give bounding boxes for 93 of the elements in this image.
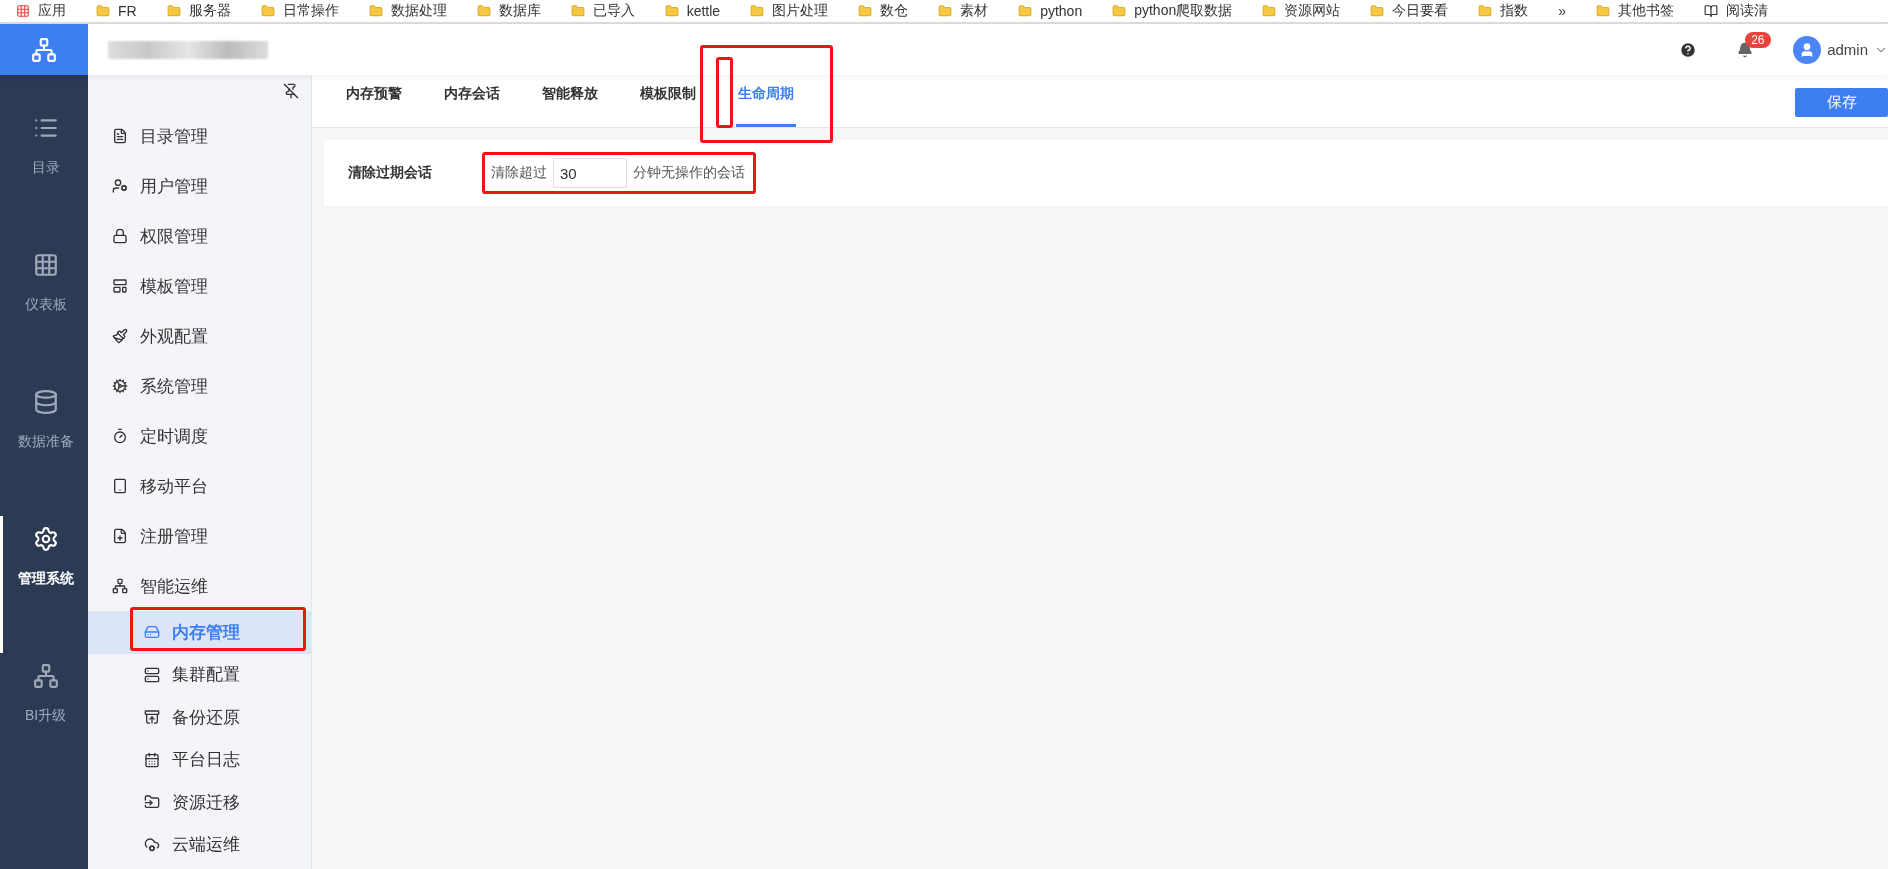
item-icon	[112, 378, 128, 394]
folder-icon	[858, 4, 873, 18]
bookmark[interactable]: 数仓	[880, 2, 909, 20]
tab[interactable]: 生命周期	[736, 81, 796, 127]
logo[interactable]	[0, 24, 88, 75]
bookmark[interactable]: python	[1040, 3, 1083, 19]
avatar[interactable]	[1793, 35, 1822, 64]
folder-icon	[664, 4, 679, 18]
bookmark[interactable]: kettle	[686, 3, 721, 19]
item-icon	[112, 228, 128, 244]
folder-icon	[938, 4, 953, 18]
folder-icon	[476, 4, 491, 18]
item-icon	[144, 751, 160, 768]
item-icon	[112, 128, 128, 144]
folder-icon	[570, 4, 585, 18]
bookmark[interactable]: 素材	[960, 2, 989, 20]
nav-item[interactable]: 仪表板	[0, 242, 88, 379]
item-icon	[144, 794, 160, 811]
bookmark[interactable]: 数据库	[498, 2, 541, 20]
folder-icon	[1596, 4, 1611, 18]
setting-prefix: 清除超过	[491, 164, 547, 182]
item-icon	[112, 578, 128, 594]
folder-icon	[1262, 4, 1277, 18]
item-icon	[144, 836, 160, 853]
nav-icon	[32, 663, 59, 689]
item-icon	[112, 278, 128, 294]
bookmark[interactable]: 图片处理	[772, 2, 829, 20]
book-icon	[1704, 4, 1719, 18]
bookmark[interactable]: 资源网站	[1284, 2, 1341, 20]
pin-icon[interactable]	[283, 83, 299, 99]
bookmark[interactable]: 应用	[38, 2, 66, 20]
folder-icon	[1112, 4, 1127, 18]
bookmark[interactable]: 指数	[1500, 2, 1529, 20]
tab[interactable]: 智能释放	[540, 81, 600, 127]
item-icon	[112, 428, 128, 444]
item-icon	[112, 178, 128, 194]
nav-item[interactable]: BI升级	[0, 653, 88, 790]
nav-icon	[32, 526, 59, 552]
folder-icon	[368, 4, 383, 18]
sidebar-item[interactable]: 集群配置	[88, 653, 311, 696]
user-name[interactable]: admin	[1827, 41, 1868, 58]
bookmark[interactable]: 其他书签	[1618, 2, 1675, 20]
bookmark[interactable]: 服务器	[188, 2, 231, 20]
bookmark[interactable]: FR	[118, 3, 137, 19]
nav-item[interactable]: 数据准备	[0, 379, 88, 516]
notification-badge: 26	[1745, 31, 1771, 48]
folder-icon	[1478, 4, 1493, 18]
tab[interactable]: 模板限制	[638, 81, 698, 127]
tab[interactable]: 内存预警	[344, 81, 404, 127]
folder-icon	[1018, 4, 1033, 18]
item-icon	[112, 528, 128, 544]
nav-icon	[32, 389, 59, 415]
sidebar-item[interactable]: 目录管理	[88, 111, 311, 161]
sidebar-item[interactable]: 平台日志	[88, 738, 311, 781]
folder-icon	[166, 4, 181, 18]
sidebar-item[interactable]: 资源迁移	[88, 781, 311, 824]
sidebar-item[interactable]: 智能运维	[88, 561, 311, 611]
folder-icon	[750, 4, 765, 18]
sidebar-item[interactable]: 定时调度	[88, 411, 311, 461]
sidebar-item[interactable]: 外观配置	[88, 311, 311, 361]
save-button[interactable]: 保存	[1795, 88, 1888, 117]
bookmark[interactable]: 数据处理	[390, 2, 447, 20]
sidebar-item[interactable]: 云端运维	[88, 823, 311, 866]
sidebar-item[interactable]: 系统管理	[88, 361, 311, 411]
item-icon	[144, 624, 160, 641]
bookmark[interactable]: python爬取数据	[1134, 2, 1233, 20]
nav-item[interactable]: 目录	[0, 105, 88, 242]
sidebar-item[interactable]: 用户管理	[88, 161, 311, 211]
help-icon[interactable]	[1679, 40, 1698, 59]
bookmark[interactable]: 阅读清	[1726, 2, 1769, 20]
item-icon	[112, 328, 128, 344]
minutes-field[interactable]: 30	[553, 158, 627, 188]
item-icon	[112, 478, 128, 494]
nav-icon	[32, 252, 59, 278]
bell-icon[interactable]	[1737, 41, 1754, 58]
apps-icon	[16, 4, 30, 18]
bookmark[interactable]: »	[1558, 3, 1567, 19]
sidebar-item[interactable]: 权限管理	[88, 211, 311, 261]
bookmark[interactable]: 日常操作	[282, 2, 339, 20]
item-icon	[144, 666, 160, 683]
folder-icon	[96, 4, 110, 18]
setting-suffix: 分钟无操作的会话	[633, 164, 745, 182]
bookmark[interactable]: 今日要看	[1392, 2, 1449, 20]
sidebar-item[interactable]: 注册管理	[88, 511, 311, 561]
item-icon	[144, 709, 160, 726]
folder-icon	[260, 4, 275, 18]
sidebar-item[interactable]: 移动平台	[88, 461, 311, 511]
tab[interactable]: 内存会话	[442, 81, 502, 127]
folder-icon	[1370, 4, 1385, 18]
sidebar-item[interactable]: 模板管理	[88, 261, 311, 311]
setting-label: 清除过期会话	[348, 164, 433, 182]
bookmark[interactable]: 已导入	[592, 2, 635, 20]
sidebar-item[interactable]: 备份还原	[88, 696, 311, 739]
